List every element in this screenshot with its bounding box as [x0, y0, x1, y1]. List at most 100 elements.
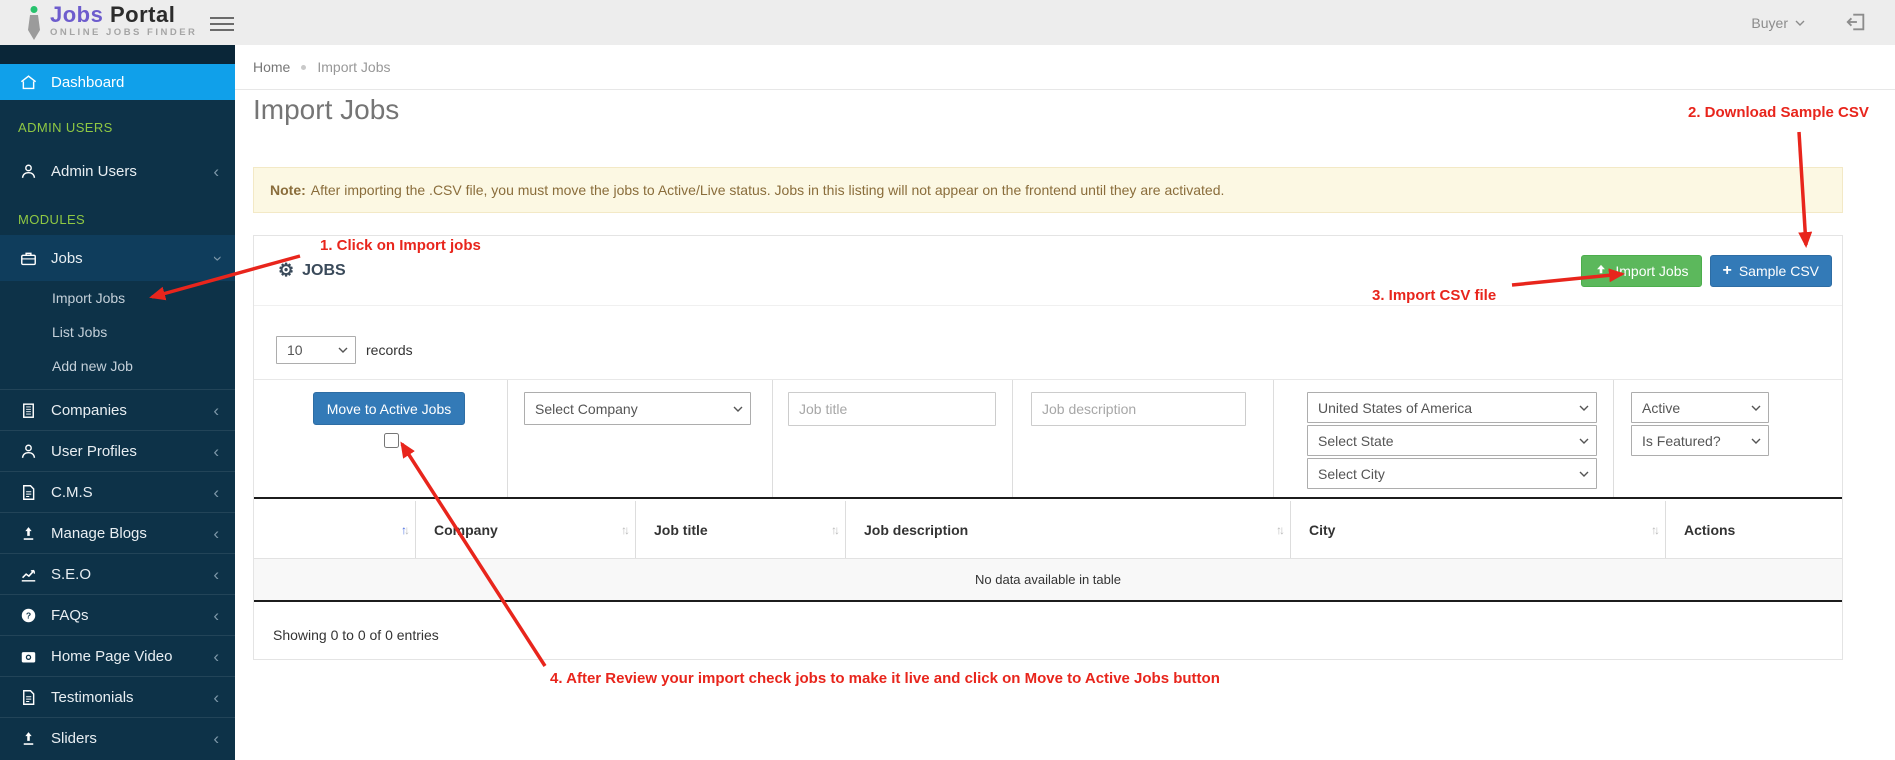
- file-icon: [18, 482, 38, 502]
- chevron-left-icon: ‹: [213, 730, 219, 747]
- file-icon: [18, 687, 38, 707]
- featured-filter-select[interactable]: Is Featured?: [1631, 425, 1769, 456]
- sidebar-item-label: Testimonials: [51, 689, 134, 706]
- sidebar-item-home-page-video[interactable]: Home Page Video‹: [0, 635, 235, 676]
- job-title-filter-input[interactable]: [788, 392, 996, 426]
- sidebar-item-label: Admin Users: [51, 163, 137, 180]
- chevron-down-icon: ‹: [208, 255, 225, 261]
- table-summary: Showing 0 to 0 of 0 entries: [273, 627, 439, 643]
- gear-icon: ⚙: [278, 260, 294, 281]
- country-filter-select[interactable]: United States of America: [1307, 392, 1597, 423]
- state-filter-select[interactable]: Select State: [1307, 425, 1597, 456]
- question-icon: ?: [18, 605, 38, 625]
- sidebar-item-label: FAQs: [51, 607, 89, 624]
- chevron-left-icon: ‹: [213, 402, 219, 419]
- sidebar-item-jobs[interactable]: Jobs‹: [0, 235, 235, 281]
- top-bar: Jobs Portal ONLINE JOBS FINDER Buyer: [0, 0, 1895, 45]
- import-jobs-button[interactable]: Import Jobs: [1581, 255, 1701, 287]
- logo-word1: Jobs: [50, 2, 103, 27]
- logout-icon[interactable]: [1845, 11, 1867, 38]
- note-label: Note:: [270, 182, 306, 198]
- sidebar-item-companies[interactable]: Companies ‹: [0, 389, 235, 430]
- sort-icon: ↑↓: [621, 523, 627, 537]
- chevron-left-icon: ‹: [213, 525, 219, 542]
- sidebar-subitem-label: Import Jobs: [52, 290, 125, 306]
- annotation-step4: 4. After Review your import check jobs t…: [550, 670, 1220, 687]
- table-header-actions: Actions: [1666, 501, 1842, 558]
- table-header-job-title[interactable]: Job title ↑↓: [636, 501, 846, 558]
- breadcrumb: Home Import Jobs: [235, 45, 1895, 90]
- chevron-left-icon: ‹: [213, 689, 219, 706]
- sidebar-item-c-m-s[interactable]: C.M.S‹: [0, 471, 235, 512]
- sidebar-item-manage-blogs[interactable]: Manage Blogs ‹: [0, 512, 235, 553]
- column-label: Job title: [654, 522, 708, 538]
- chevron-left-icon: ‹: [213, 163, 219, 180]
- sidebar-item-label: Manage Blogs: [51, 525, 147, 542]
- jobs-panel-title: ⚙ JOBS: [278, 260, 346, 281]
- sidebar-item-dashboard[interactable]: Dashboard: [0, 64, 235, 100]
- menu-toggle-icon[interactable]: [210, 13, 234, 35]
- table-header-city[interactable]: City↑↓: [1291, 501, 1666, 558]
- sidebar-item-s-e-o[interactable]: S.E.O‹: [0, 553, 235, 594]
- table-header-job-description[interactable]: Job description ↑↓: [846, 501, 1291, 558]
- sidebar-item-testimonials[interactable]: Testimonials ‹: [0, 676, 235, 717]
- camera-icon: [18, 646, 38, 666]
- chevron-left-icon: ‹: [213, 607, 219, 624]
- table-header-select[interactable]: ↑↓: [254, 501, 416, 558]
- records-per-page-select[interactable]: 10: [276, 336, 356, 364]
- page: Jobs Portal ONLINE JOBS FINDER Buyer Das…: [0, 0, 1895, 760]
- sidebar-subitem-label: Add new Job: [52, 358, 133, 374]
- page-title: Import Jobs: [253, 94, 399, 126]
- svg-text:?: ?: [25, 610, 30, 620]
- chevron-left-icon: ‹: [213, 443, 219, 460]
- sort-icon: ↑↓: [831, 523, 837, 537]
- sidebar-item-faqs[interactable]: ? FAQs ‹: [0, 594, 235, 635]
- sidebar-item-label: Companies: [51, 402, 127, 419]
- sidebar-subitem-list-jobs[interactable]: List Jobs: [0, 315, 235, 349]
- sidebar-item-user-profiles[interactable]: User Profiles‹: [0, 430, 235, 471]
- user-icon: [18, 441, 38, 461]
- filter-cell-job-title: [773, 380, 1013, 497]
- sidebar-item-label: Home Page Video: [51, 648, 172, 665]
- sidebar-nav: DashboardADMIN USERSAdmin Users‹MODULESJ…: [0, 45, 235, 760]
- column-label: Job description: [864, 522, 968, 538]
- sort-icon: ↑↓: [401, 523, 407, 537]
- filter-cell-status: Active Is Featured?: [1614, 380, 1842, 497]
- breadcrumb-home[interactable]: Home: [253, 59, 290, 75]
- job-description-filter-input[interactable]: [1031, 392, 1246, 426]
- sidebar-subitem-import-jobs[interactable]: Import Jobs: [0, 281, 235, 315]
- filter-cell-company: Select Company: [508, 380, 773, 497]
- sample-csv-button-label: Sample CSV: [1739, 263, 1819, 279]
- app-logo[interactable]: Jobs Portal ONLINE JOBS FINDER: [26, 4, 197, 42]
- annotation-step1: 1. Click on Import jobs: [320, 237, 481, 254]
- note-text: After importing the .CSV file, you must …: [311, 182, 1225, 198]
- jobs-panel: ⚙ JOBS Import Jobs + Sample CSV 10 recor…: [253, 235, 1843, 660]
- briefcase-icon: [18, 248, 38, 268]
- status-filter-select[interactable]: Active: [1631, 392, 1769, 423]
- chevron-left-icon: ‹: [213, 566, 219, 583]
- sample-csv-button[interactable]: + Sample CSV: [1710, 255, 1833, 287]
- chevron-down-icon: [1795, 20, 1805, 26]
- sidebar-item-label: C.M.S: [51, 484, 93, 501]
- sidebar-item-admin-users[interactable]: Admin Users ‹: [0, 151, 235, 192]
- column-label: Actions: [1684, 522, 1735, 538]
- company-filter-select[interactable]: Select Company: [524, 392, 751, 425]
- breadcrumb-separator: [301, 65, 306, 70]
- move-to-active-jobs-button[interactable]: Move to Active Jobs: [313, 392, 465, 425]
- user-menu[interactable]: Buyer: [1751, 0, 1805, 45]
- sort-icon: ↑↓: [1276, 523, 1282, 537]
- logo-text: Jobs Portal ONLINE JOBS FINDER: [50, 4, 197, 38]
- city-filter-select[interactable]: Select City: [1307, 458, 1597, 489]
- upload-icon: [18, 523, 38, 543]
- logo-subtitle: ONLINE JOBS FINDER: [50, 27, 197, 38]
- tie-icon: [26, 6, 42, 42]
- select-all-checkbox[interactable]: [384, 433, 399, 448]
- filter-cell-job-description: [1013, 380, 1274, 497]
- empty-table-text: No data available in table: [975, 572, 1121, 587]
- filter-row: Move to Active Jobs Select Company Unite…: [254, 379, 1842, 499]
- sidebar-subitem-add-new-job[interactable]: Add new Job: [0, 349, 235, 383]
- upload-icon: [18, 728, 38, 748]
- table-header-company[interactable]: Company↑↓: [416, 501, 636, 558]
- home-icon: [18, 72, 38, 92]
- sidebar-item-sliders[interactable]: Sliders‹: [0, 717, 235, 758]
